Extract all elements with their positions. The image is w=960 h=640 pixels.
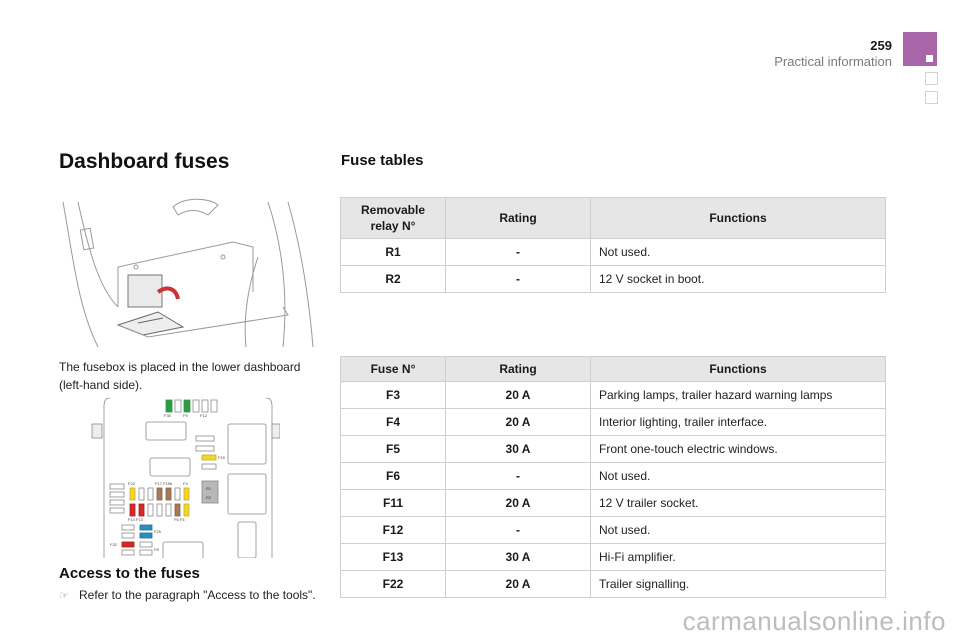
fuse-rating: 20 A	[445, 489, 591, 517]
table-row: F12 - Not used.	[340, 516, 886, 544]
page-number: 259	[870, 38, 892, 53]
relay-id: R1	[340, 238, 446, 266]
fuse-rating: -	[445, 516, 591, 544]
relay-function: Not used.	[590, 238, 886, 266]
fuse-id: F4	[340, 408, 446, 436]
fuse-rating: 20 A	[445, 570, 591, 598]
svg-text:F15: F15	[218, 455, 226, 460]
fuse-function: Front one-touch electric windows.	[590, 435, 886, 463]
relay-table-header: Removable relay N° Rating Functions	[340, 197, 886, 239]
fuse-table-header: Fuse N° Rating Functions	[340, 356, 886, 382]
fuse-tables-title: Fuse tables	[341, 152, 424, 169]
fuse-function: Trailer signalling.	[590, 570, 886, 598]
access-instruction-text: Refer to the paragraph "Access to the to…	[79, 588, 316, 602]
access-instruction: ☞ Refer to the paragraph "Access to the …	[59, 588, 316, 602]
fuse-rating: 20 A	[445, 381, 591, 409]
table-row: F4 20 A Interior lighting, trailer inter…	[340, 408, 886, 436]
watermark: carmanualsonline.info	[682, 606, 946, 636]
svg-text:R1: R1	[206, 486, 212, 491]
fuse-id: F13	[340, 543, 446, 571]
fuse-rating: 30 A	[445, 543, 591, 571]
table-row: F11 20 A 12 V trailer socket.	[340, 489, 886, 517]
table-row: F13 30 A Hi-Fi amplifier.	[340, 543, 886, 571]
header-rating: Rating	[445, 197, 591, 239]
svg-text:F22: F22	[128, 481, 136, 486]
fuse-id: F5	[340, 435, 446, 463]
access-section-title: Access to the fuses	[59, 565, 200, 582]
svg-text:F6 F3: F6 F3	[174, 517, 185, 522]
fuse-function: Parking lamps, trailer hazard warning la…	[590, 381, 886, 409]
table-row: R1 - Not used.	[340, 238, 886, 266]
header-functions: Functions	[590, 197, 886, 239]
glovebox-illustration	[58, 197, 320, 352]
fusebox-location-text: The fusebox is placed in the lower dashb…	[59, 360, 301, 392]
fuse-rating: 20 A	[445, 408, 591, 436]
relay-rating: -	[445, 238, 591, 266]
page-title: Dashboard fuses	[59, 150, 230, 173]
header-functions: Functions	[590, 356, 886, 382]
fusebox-diagram: F30 F9 F12 F15 R1 R2 F22 F17 F15b F4 F14…	[90, 396, 280, 558]
svg-text:F4: F4	[183, 481, 188, 486]
svg-text:F14 F13: F14 F13	[128, 517, 144, 522]
table-row: F5 30 A Front one-touch electric windows…	[340, 435, 886, 463]
svg-text:F17 F15b: F17 F15b	[155, 481, 173, 486]
section-name: Practical information	[774, 54, 892, 69]
fuse-rating: -	[445, 462, 591, 490]
fuse-id: F12	[340, 516, 446, 544]
fuse-function: 12 V trailer socket.	[590, 489, 886, 517]
section-tab-box	[925, 91, 938, 104]
section-tab-active	[903, 32, 937, 66]
fuse-id: F6	[340, 462, 446, 490]
svg-text:F12: F12	[200, 413, 208, 418]
table-row: R2 - 12 V socket in boot.	[340, 265, 886, 293]
svg-text:F30: F30	[164, 413, 172, 418]
tab-marker	[926, 55, 933, 62]
relay-table: Removable relay N° Rating Functions R1 -…	[340, 197, 886, 293]
svg-text:F9: F9	[183, 413, 188, 418]
relay-id: R2	[340, 265, 446, 293]
fuse-id: F3	[340, 381, 446, 409]
header-rating: Rating	[445, 356, 591, 382]
fuse-function: Not used.	[590, 462, 886, 490]
fuse-function: Not used.	[590, 516, 886, 544]
table-row: F3 20 A Parking lamps, trailer hazard wa…	[340, 381, 886, 409]
relay-rating: -	[445, 265, 591, 293]
relay-function: 12 V socket in boot.	[590, 265, 886, 293]
svg-text:F32: F32	[110, 542, 118, 547]
fuse-id: F22	[340, 570, 446, 598]
table-row: F22 20 A Trailer signalling.	[340, 570, 886, 598]
table-row: F6 - Not used.	[340, 462, 886, 490]
fuse-function: Interior lighting, trailer interface.	[590, 408, 886, 436]
header-fuse-number: Fuse N°	[340, 356, 446, 382]
section-tab-box	[925, 72, 938, 85]
fuse-function: Hi-Fi amplifier.	[590, 543, 886, 571]
svg-text:F8: F8	[154, 547, 159, 552]
svg-text:R2: R2	[206, 495, 212, 500]
pointing-hand-icon: ☞	[59, 589, 69, 602]
fuse-rating: 30 A	[445, 435, 591, 463]
fuse-id: F11	[340, 489, 446, 517]
fuse-table: Fuse N° Rating Functions F3 20 A Parking…	[340, 356, 886, 598]
svg-text:F25: F25	[154, 529, 162, 534]
header-relay-number: Removable relay N°	[340, 197, 446, 239]
